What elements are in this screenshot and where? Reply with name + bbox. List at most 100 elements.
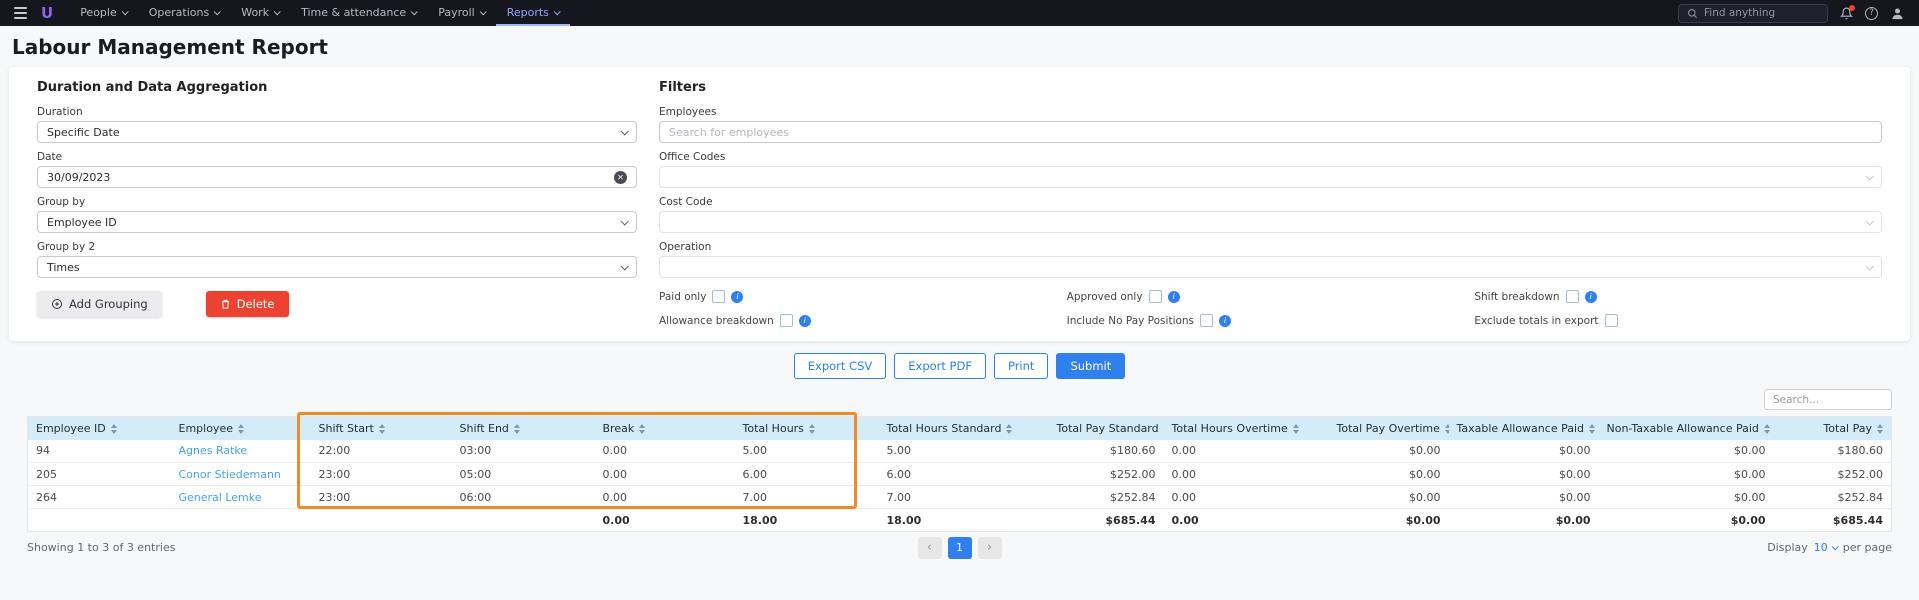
column-header-total-pay-overtime[interactable]: Total Pay Overtime: [1329, 417, 1449, 440]
column-header-shift-end[interactable]: Shift End: [452, 417, 595, 440]
sort-icon: [1877, 424, 1883, 434]
table-header-row: Employee ID Employee Shift Start Shift E…: [28, 417, 1892, 440]
column-header-total-pay-standard[interactable]: Total Pay Standard: [1049, 417, 1164, 440]
employees-search-input[interactable]: [669, 126, 1872, 139]
chevron-down-icon: [121, 8, 128, 15]
employee-id-cell: 264: [28, 486, 171, 509]
user-menu-button[interactable]: [1890, 6, 1905, 21]
sort-icon: [514, 424, 520, 434]
report-config-card: Duration and Data Aggregation Duration S…: [9, 67, 1910, 341]
sort-icon: [1445, 424, 1449, 434]
checkbox-shift-breakdown: Shift breakdown i: [1474, 290, 1882, 303]
nav-item-payroll[interactable]: Payroll: [427, 0, 496, 26]
cost-code-select[interactable]: [659, 211, 1882, 233]
report-actions: Export CSV Export PDF Print Submit: [0, 353, 1919, 379]
column-header-employee-id[interactable]: Employee ID: [28, 417, 171, 440]
nav-item-people[interactable]: People: [69, 0, 138, 26]
hamburger-menu-button[interactable]: [14, 7, 27, 19]
checkbox-include-no-pay: Include No Pay Positions i: [1067, 314, 1475, 327]
group-by-select[interactable]: Employee ID: [37, 211, 637, 233]
nav-item-work[interactable]: Work: [230, 0, 290, 26]
global-search: [1678, 4, 1828, 23]
office-codes-select[interactable]: [659, 166, 1882, 188]
chevron-down-icon: [1865, 172, 1873, 180]
export-pdf-button[interactable]: Export PDF: [894, 353, 986, 379]
employee-id-cell: 94: [28, 440, 171, 463]
operation-select[interactable]: [659, 256, 1882, 278]
column-header-total-pay[interactable]: Total Pay: [1774, 417, 1892, 440]
employee-link[interactable]: General Lemke: [179, 491, 262, 504]
chevron-down-icon: [1831, 543, 1838, 550]
info-icon[interactable]: i: [731, 291, 743, 303]
date-input[interactable]: [47, 171, 614, 184]
per-page-select[interactable]: 10: [1814, 541, 1837, 554]
showing-entries-text: Showing 1 to 3 of 3 entries: [27, 541, 175, 554]
info-icon[interactable]: i: [799, 315, 811, 327]
checkbox-paid-only: Paid only i: [659, 290, 1067, 303]
page-title: Labour Management Report: [12, 35, 1919, 59]
table-search-input[interactable]: [1764, 389, 1892, 410]
column-header-shift-start[interactable]: Shift Start: [311, 417, 452, 440]
group-by-2-label: Group by 2: [37, 241, 637, 253]
approved-only-checkbox[interactable]: [1149, 290, 1162, 303]
help-button[interactable]: ?: [1865, 7, 1878, 20]
column-header-employee[interactable]: Employee: [171, 417, 311, 440]
chevron-down-icon: [1865, 217, 1873, 225]
topbar-right: ?: [1678, 4, 1905, 23]
delete-button[interactable]: Delete: [206, 291, 289, 317]
info-icon[interactable]: i: [1219, 315, 1231, 327]
office-codes-label: Office Codes: [659, 151, 1882, 163]
column-header-break[interactable]: Break: [595, 417, 735, 440]
column-header-total-hours[interactable]: Total Hours: [735, 417, 879, 440]
print-button[interactable]: Print: [994, 353, 1048, 379]
find-anything-input[interactable]: [1704, 7, 1819, 19]
column-header-non-taxable-allowance[interactable]: Non-Taxable Allowance Paid: [1599, 417, 1774, 440]
notifications-button[interactable]: [1840, 7, 1853, 20]
filter-checkboxes: Paid only i Approved only i Shift breakd…: [659, 290, 1882, 327]
operation-label: Operation: [659, 241, 1882, 253]
table-row: 264 General Lemke 23:00 06:00 0.00 7.00 …: [28, 486, 1892, 509]
next-page-button[interactable]: ›: [978, 537, 1002, 559]
column-header-total-hours-standard[interactable]: Total Hours Standard: [879, 417, 1049, 440]
column-header-total-hours-overtime[interactable]: Total Hours Overtime: [1164, 417, 1329, 440]
submit-button[interactable]: Submit: [1056, 353, 1125, 379]
sort-icon: [1589, 424, 1595, 434]
chevron-down-icon: [1865, 262, 1873, 270]
table-footer: Showing 1 to 3 of 3 entries ‹ 1 › Displa…: [27, 541, 1892, 554]
include-no-pay-checkbox[interactable]: [1200, 314, 1213, 327]
nav-item-time-attendance[interactable]: Time & attendance: [290, 0, 427, 26]
page-1-button[interactable]: 1: [948, 537, 972, 559]
sort-icon: [1006, 424, 1012, 434]
shift-breakdown-checkbox[interactable]: [1566, 290, 1579, 303]
checkbox-approved-only: Approved only i: [1067, 290, 1475, 303]
duration-select[interactable]: Specific Date: [37, 121, 637, 143]
notification-badge: [1849, 5, 1855, 11]
sort-icon: [379, 424, 385, 434]
column-header-taxable-allowance[interactable]: Taxable Allowance Paid: [1449, 417, 1599, 440]
info-icon[interactable]: i: [1585, 291, 1597, 303]
sort-icon: [1293, 424, 1299, 434]
prev-page-button[interactable]: ‹: [918, 537, 942, 559]
nav-item-reports[interactable]: Reports: [496, 0, 570, 26]
sort-icon: [1764, 424, 1770, 434]
nav-item-operations[interactable]: Operations: [138, 0, 230, 26]
employees-field: [659, 121, 1882, 143]
clear-date-button[interactable]: ✕: [614, 171, 627, 184]
checkbox-allowance-breakdown: Allowance breakdown i: [659, 314, 1067, 327]
totals-row: 0.00 18.00 18.00 $685.44 0.00 $0.00 $0.0…: [28, 509, 1892, 532]
employees-label: Employees: [659, 106, 1882, 118]
employee-link[interactable]: Conor Stiedemann: [179, 468, 281, 481]
allowance-breakdown-checkbox[interactable]: [780, 314, 793, 327]
report-table-wrap: Employee ID Employee Shift Start Shift E…: [27, 416, 1892, 532]
employee-link[interactable]: Agnes Ratke: [179, 444, 248, 457]
add-grouping-button[interactable]: Add Grouping: [37, 291, 162, 317]
paid-only-checkbox[interactable]: [712, 290, 725, 303]
chevron-down-icon: [274, 8, 281, 15]
info-icon[interactable]: i: [1168, 291, 1180, 303]
exclude-totals-checkbox[interactable]: [1605, 314, 1618, 327]
export-csv-button[interactable]: Export CSV: [794, 353, 887, 379]
display-label: Display: [1767, 541, 1808, 554]
date-field: ✕: [37, 166, 637, 188]
table-row: 205 Conor Stiedemann 23:00 05:00 0.00 6.…: [28, 463, 1892, 486]
group-by-2-select[interactable]: Times: [37, 256, 637, 278]
